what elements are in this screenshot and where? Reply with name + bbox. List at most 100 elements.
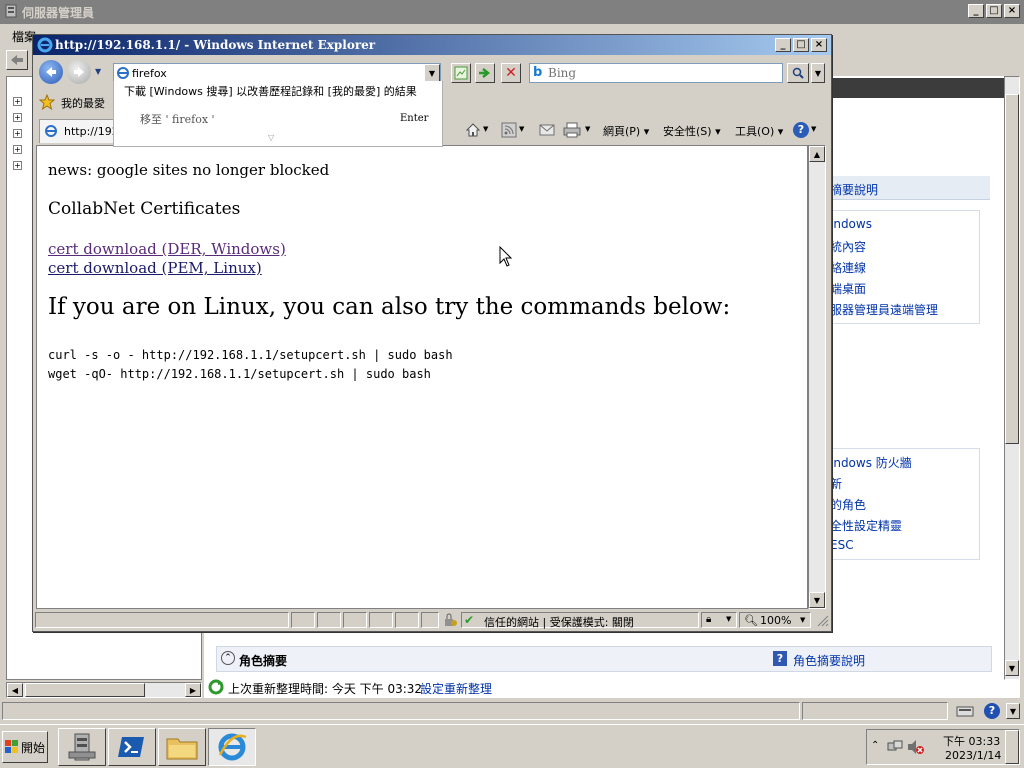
address-input[interactable] — [132, 65, 422, 81]
search-input[interactable] — [548, 65, 778, 81]
recent-pages-chevron-icon[interactable]: ▼ — [95, 67, 101, 76]
globe-icon: 🔒︎ — [706, 614, 712, 625]
feeds-icon[interactable] — [501, 122, 517, 138]
sm-link-security-wizard[interactable]: 全性設定精靈 — [830, 517, 902, 534]
ie-minimize-button[interactable]: _ — [775, 38, 791, 52]
tree-expand-icon[interactable]: + — [13, 161, 22, 170]
role-summary-bar: ⌃ 角色摘要 ? 角色摘要說明 — [216, 646, 992, 672]
protected-mode-panel[interactable]: 🔒︎ ▼ — [701, 612, 737, 628]
collapse-icon[interactable]: ⌃ — [221, 651, 235, 665]
stop-icon[interactable]: ✕ — [501, 63, 521, 83]
sm-summary-help-link[interactable]: 摘要說明 — [830, 181, 878, 198]
page-menu-button[interactable]: 網頁(P) ▾ — [603, 123, 649, 139]
security-lock-icon[interactable] — [443, 613, 457, 627]
resize-grip-icon[interactable] — [815, 613, 829, 627]
taskbar-explorer-icon[interactable] — [158, 728, 206, 766]
chevron-down-icon[interactable]: ▼ — [585, 125, 590, 133]
tools-menu-button[interactable]: 工具(O) ▾ — [735, 123, 783, 139]
taskbar-ie-icon[interactable] — [208, 728, 256, 766]
back-icon[interactable] — [39, 60, 63, 84]
sm-link-remote-management[interactable]: 服器管理員遠端管理 — [830, 301, 938, 318]
tree-expand-icon[interactable]: + — [13, 113, 22, 122]
search-box[interactable]: b — [529, 63, 783, 83]
forward-icon[interactable] — [67, 60, 91, 84]
scroll-down-icon[interactable]: ▼ — [1005, 660, 1019, 676]
system-tray: ⌃ 下午 03:33 2023/1/14 — [866, 729, 1020, 765]
compatibility-view-icon[interactable] — [451, 63, 471, 83]
sm-link-remote-desktop[interactable]: 端桌面 — [830, 280, 866, 297]
scroll-up-icon[interactable]: ▲ — [809, 146, 825, 162]
sm-vscroll-thumb[interactable] — [1005, 94, 1019, 444]
ie-close-button[interactable]: × — [811, 38, 827, 52]
tree-expand-icon[interactable]: + — [13, 97, 22, 106]
role-summary-label: 角色摘要 — [239, 654, 288, 668]
home-icon[interactable] — [465, 122, 481, 138]
zoom-control[interactable]: 🔍︎ 100% ▼ — [739, 612, 811, 628]
start-button[interactable]: 開始 — [2, 731, 48, 763]
sm-link-system-properties[interactable]: 統內容 — [830, 238, 866, 255]
address-bar[interactable]: ▼ — [113, 63, 441, 83]
chevron-down-icon[interactable]: ▽ — [268, 133, 274, 142]
ie-logo-icon — [37, 37, 53, 53]
scroll-down-icon[interactable]: ▼ — [809, 592, 825, 608]
show-hidden-icons-chevron-icon[interactable]: ⌃ — [871, 740, 879, 751]
sm-maximize-button[interactable]: □ — [986, 4, 1002, 18]
chevron-down-icon[interactable]: ▼ — [483, 125, 488, 133]
search-options-chevron-icon[interactable]: ▼ — [811, 63, 825, 83]
favorites-label[interactable]: 我的最愛 — [61, 95, 105, 111]
chevron-down-icon[interactable]: ▼ — [1006, 703, 1020, 719]
address-dropdown-icon[interactable]: ▼ — [424, 64, 440, 82]
ie-window-title: http://192.168.1.1/ - Windows Internet E… — [55, 38, 376, 52]
refresh-icon — [208, 679, 224, 695]
configure-refresh-link[interactable]: 設定重新整理 — [420, 680, 492, 697]
page-heading: CollabNet Certificates — [48, 199, 241, 219]
print-icon[interactable] — [563, 122, 581, 138]
cert-pem-link[interactable]: cert download (PEM, Linux) — [48, 259, 262, 277]
scroll-thumb[interactable] — [25, 683, 145, 697]
role-summary-help-link[interactable]: 角色摘要說明 — [793, 652, 865, 669]
sm-minimize-button[interactable]: _ — [968, 4, 984, 18]
help-icon[interactable]: ? — [793, 122, 809, 138]
safety-menu-button[interactable]: 安全性(S) ▾ — [663, 123, 721, 139]
goto-suggestion[interactable]: 移至 ' firefox ' — [140, 111, 215, 127]
taskbar-server-manager-icon[interactable] — [58, 728, 106, 766]
mail-icon[interactable] — [539, 123, 555, 137]
show-desktop-button[interactable] — [1005, 730, 1019, 764]
chevron-down-icon[interactable]: ▼ — [519, 125, 524, 133]
sm-link-windows[interactable]: indows — [830, 217, 872, 231]
ie-vscrollbar[interactable]: ▲ ▼ — [808, 145, 826, 609]
sm-tree-hscrollbar[interactable]: ◀ ▶ — [6, 682, 202, 698]
sm-back-icon[interactable] — [6, 50, 28, 70]
sm-link-ie-esc[interactable]: ESC — [830, 538, 854, 552]
sm-refresh-row: 上次重新整理時間: 今天 下午 03:32 設定重新整理 — [204, 676, 1004, 698]
volume-muted-icon[interactable] — [907, 739, 925, 755]
sm-status-panel — [2, 702, 800, 720]
sm-close-button[interactable]: × — [1004, 4, 1020, 18]
search-icon[interactable] — [787, 63, 809, 83]
zone-panel[interactable]: ✔ 信任的網站 | 受保護模式: 關閉 — [461, 612, 699, 629]
mouse-cursor-icon — [499, 245, 513, 268]
address-autocomplete-dropdown: 下載 [Windows 搜尋] 以改善歷程記錄和 [我的最愛] 的結果 移至 '… — [113, 81, 443, 147]
star-icon[interactable] — [38, 93, 56, 111]
ie-maximize-button[interactable]: □ — [793, 38, 809, 52]
status-panel — [369, 612, 393, 628]
scroll-right-icon[interactable]: ▶ — [185, 683, 201, 697]
windows-search-prompt[interactable]: 下載 [Windows 搜尋] 以改善歷程記錄和 [我的最愛] 的結果 — [124, 83, 417, 99]
sm-link-network[interactable]: 絡連線 — [830, 259, 866, 276]
sm-link-firewall[interactable]: indows 防火牆 — [830, 454, 912, 471]
network-icon[interactable] — [887, 739, 903, 755]
windows-logo-icon — [4, 740, 19, 754]
chevron-down-icon[interactable]: ▼ — [811, 125, 816, 133]
help-icon[interactable]: ? — [984, 703, 1000, 719]
clock-time[interactable]: 下午 03:33 — [943, 733, 1000, 749]
cert-der-link[interactable]: cert download (DER, Windows) — [48, 240, 286, 258]
taskbar-powershell-icon[interactable] — [108, 728, 156, 766]
clock-date[interactable]: 2023/1/14 — [945, 749, 1001, 762]
tree-expand-icon[interactable]: + — [13, 129, 22, 138]
ie-page-icon — [116, 66, 130, 80]
safety-menu-label: 安全性(S) — [663, 125, 712, 138]
tree-expand-icon[interactable]: + — [13, 145, 22, 154]
sm-link-roles[interactable]: 的角色 — [830, 496, 866, 513]
scroll-left-icon[interactable]: ◀ — [7, 683, 23, 697]
go-icon[interactable] — [475, 63, 495, 83]
